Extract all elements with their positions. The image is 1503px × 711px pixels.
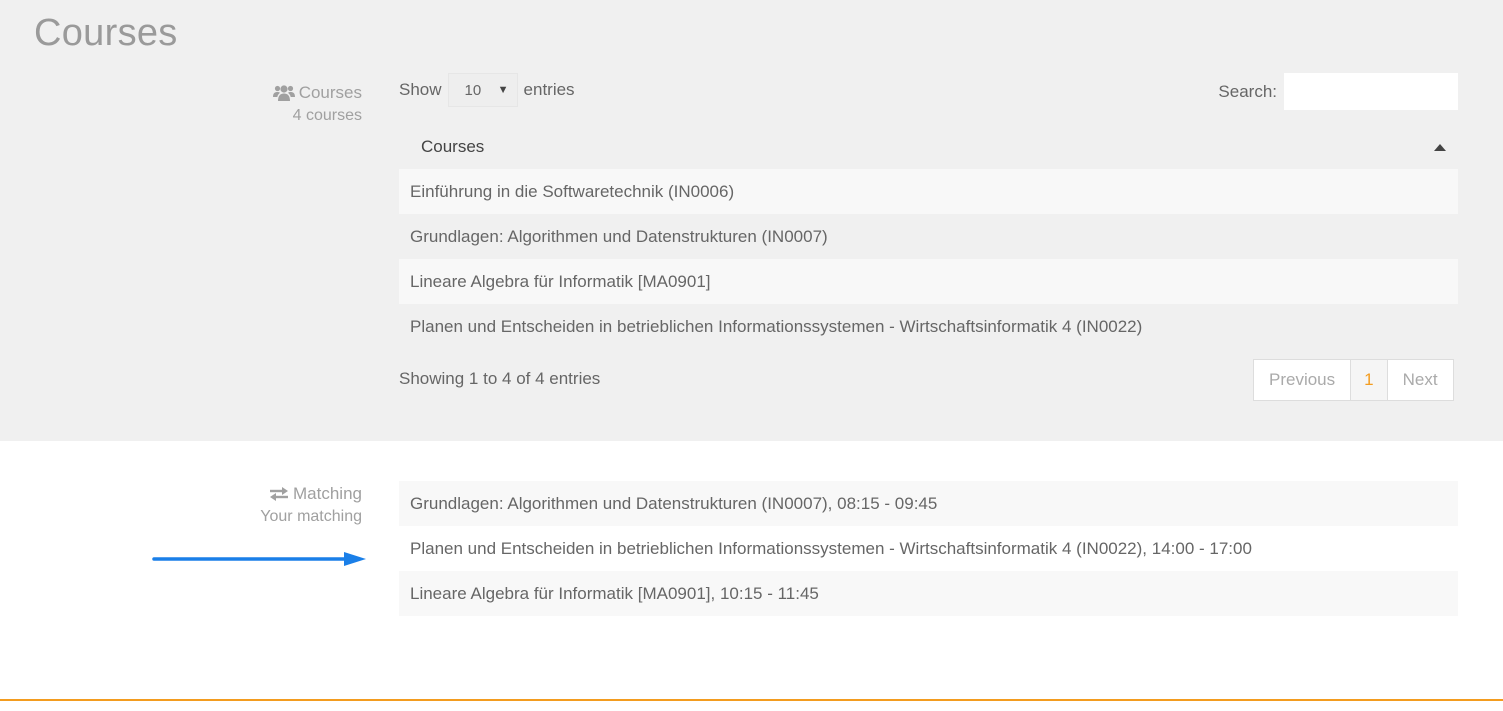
entries-length: Show 10 ▼ entries (399, 73, 575, 107)
course-name: Einführung in die Softwaretechnik (IN000… (410, 181, 735, 201)
table-row[interactable]: Planen und Entscheiden in betrieblichen … (399, 304, 1458, 349)
table-row[interactable]: Grundlagen: Algorithmen und Datenstruktu… (399, 214, 1458, 259)
table-info: Showing 1 to 4 of 4 entries (399, 369, 601, 388)
entries-label: entries (523, 80, 575, 99)
footer-divider (0, 699, 1503, 701)
entries-per-page-select[interactable]: 10 ▼ (447, 73, 518, 107)
page-1-button[interactable]: 1 (1350, 360, 1387, 400)
table-search: Search: (1218, 73, 1458, 110)
matching-item: Lineare Algebra für Informatik [MA0901],… (399, 571, 1458, 616)
users-icon (272, 84, 295, 101)
matching-panel-label: Matching Your matching (260, 482, 362, 528)
courses-panel-label: Courses 4 courses (272, 81, 362, 127)
table-controls: Show 10 ▼ entries Search: (399, 73, 1458, 111)
chevron-down-icon: ▼ (497, 84, 509, 96)
matching-item: Grundlagen: Algorithmen und Datenstruktu… (399, 481, 1458, 526)
course-name: Grundlagen: Algorithmen und Datenstruktu… (410, 226, 828, 246)
matching-item-text: Grundlagen: Algorithmen und Datenstruktu… (410, 493, 938, 513)
pagination: Previous 1 Next (1253, 359, 1454, 401)
next-page-button[interactable]: Next (1386, 360, 1453, 400)
courses-panel-title: Courses (298, 83, 362, 102)
previous-page-button[interactable]: Previous (1254, 360, 1350, 400)
matching-item-text: Planen und Entscheiden in betrieblichen … (410, 538, 1252, 558)
matching-item-text: Lineare Algebra für Informatik [MA0901],… (410, 583, 819, 603)
search-input[interactable] (1284, 73, 1458, 110)
search-label: Search: (1218, 81, 1277, 101)
matching-panel-title: Matching (293, 484, 362, 503)
sort-ascending-icon (1434, 143, 1446, 151)
course-name: Lineare Algebra für Informatik [MA0901] (410, 271, 711, 291)
course-name: Planen und Entscheiden in betrieblichen … (410, 316, 1143, 336)
courses-count: 4 courses (292, 107, 362, 124)
matching-subtitle: Your matching (260, 508, 362, 525)
arrow-right-icon (152, 552, 366, 566)
column-header-courses[interactable]: Courses (399, 125, 1458, 169)
exchange-icon (270, 486, 289, 501)
column-header-label: Courses (421, 137, 485, 156)
show-label: Show (399, 80, 442, 99)
table-row[interactable]: Lineare Algebra für Informatik [MA0901] (399, 259, 1458, 304)
page-title: Courses (34, 12, 178, 54)
entries-per-page-value: 10 (464, 81, 482, 99)
matching-item: Planen und Entscheiden in betrieblichen … (399, 526, 1458, 571)
table-row[interactable]: Einführung in die Softwaretechnik (IN000… (399, 169, 1458, 214)
